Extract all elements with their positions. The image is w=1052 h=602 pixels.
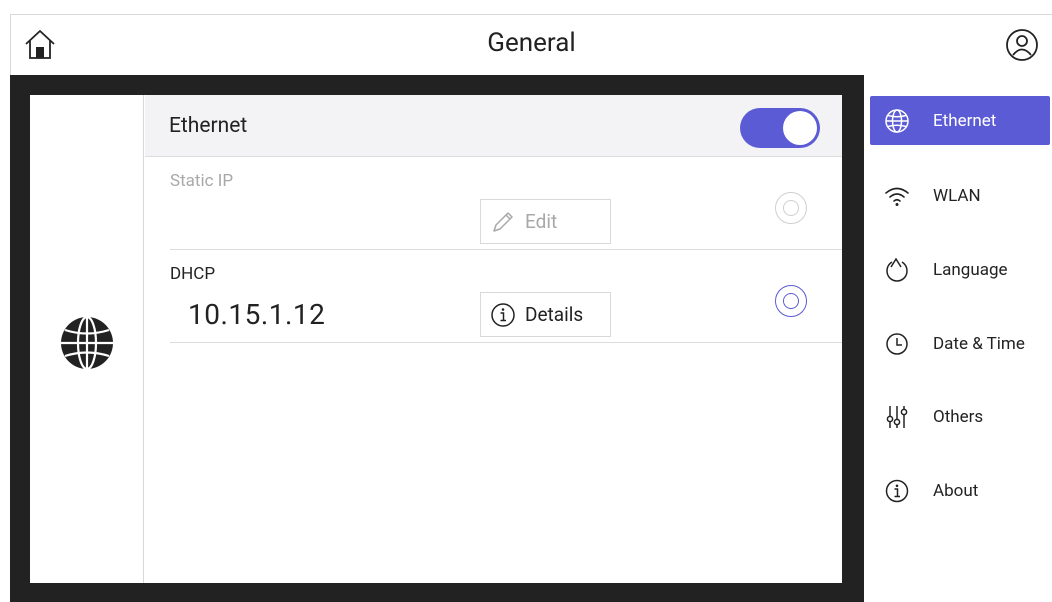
app-root: General Ethernet Static IP Edit DHCP 10.… <box>0 0 1052 602</box>
sidebar-item-label: About <box>933 480 979 501</box>
sidebar-item-others[interactable]: Others <box>870 392 1050 441</box>
static-ip-label: Static IP <box>170 171 234 191</box>
radio-dot <box>783 200 799 216</box>
details-button-label: Details <box>525 303 584 326</box>
sidebar-item-label: Others <box>933 406 984 427</box>
sidebar-item-label: Ethernet <box>933 110 997 131</box>
sidebar-item-label: Date & Time <box>933 333 1025 354</box>
dhcp-label: DHCP <box>170 264 216 284</box>
ethernet-header: Ethernet <box>145 95 842 157</box>
sidebar-item-label: Language <box>933 259 1008 280</box>
toggle-knob <box>783 111 817 145</box>
settings-sidebar: Ethernet WLAN Language Date & Time Other… <box>864 75 1052 602</box>
wifi-icon <box>883 182 911 210</box>
panel-icon-column <box>30 95 144 583</box>
static-ip-row: Static IP Edit <box>170 157 842 250</box>
page-title: General <box>487 28 576 58</box>
sidebar-item-ethernet[interactable]: Ethernet <box>870 96 1050 145</box>
sidebar-item-date-time[interactable]: Date & Time <box>870 319 1050 368</box>
header-bar: General <box>10 14 1052 75</box>
static-ip-radio[interactable] <box>775 192 807 224</box>
sidebar-item-wlan[interactable]: WLAN <box>870 171 1050 220</box>
edit-button-label: Edit <box>525 210 558 233</box>
pencil-icon <box>489 208 517 236</box>
info-icon <box>883 477 911 505</box>
clock-icon <box>883 330 911 358</box>
dhcp-radio[interactable] <box>775 285 807 317</box>
sidebar-item-language[interactable]: Language <box>870 245 1050 294</box>
user-icon <box>1006 29 1038 61</box>
sidebar-item-about[interactable]: About <box>870 466 1050 515</box>
dhcp-row: DHCP 10.15.1.12 Details <box>170 250 842 343</box>
radio-dot <box>783 293 799 309</box>
user-profile-button[interactable] <box>1005 28 1039 62</box>
info-icon <box>489 301 517 329</box>
ethernet-label: Ethernet <box>169 114 248 138</box>
sliders-icon <box>883 403 911 431</box>
edit-button[interactable]: Edit <box>480 199 611 244</box>
sidebar-item-label: WLAN <box>933 185 981 206</box>
ip-address: 10.15.1.12 <box>188 298 326 331</box>
globe-icon <box>61 315 113 371</box>
details-button[interactable]: Details <box>480 292 611 337</box>
language-icon <box>883 256 911 284</box>
ethernet-toggle[interactable] <box>740 108 820 148</box>
globe-icon <box>883 107 911 135</box>
